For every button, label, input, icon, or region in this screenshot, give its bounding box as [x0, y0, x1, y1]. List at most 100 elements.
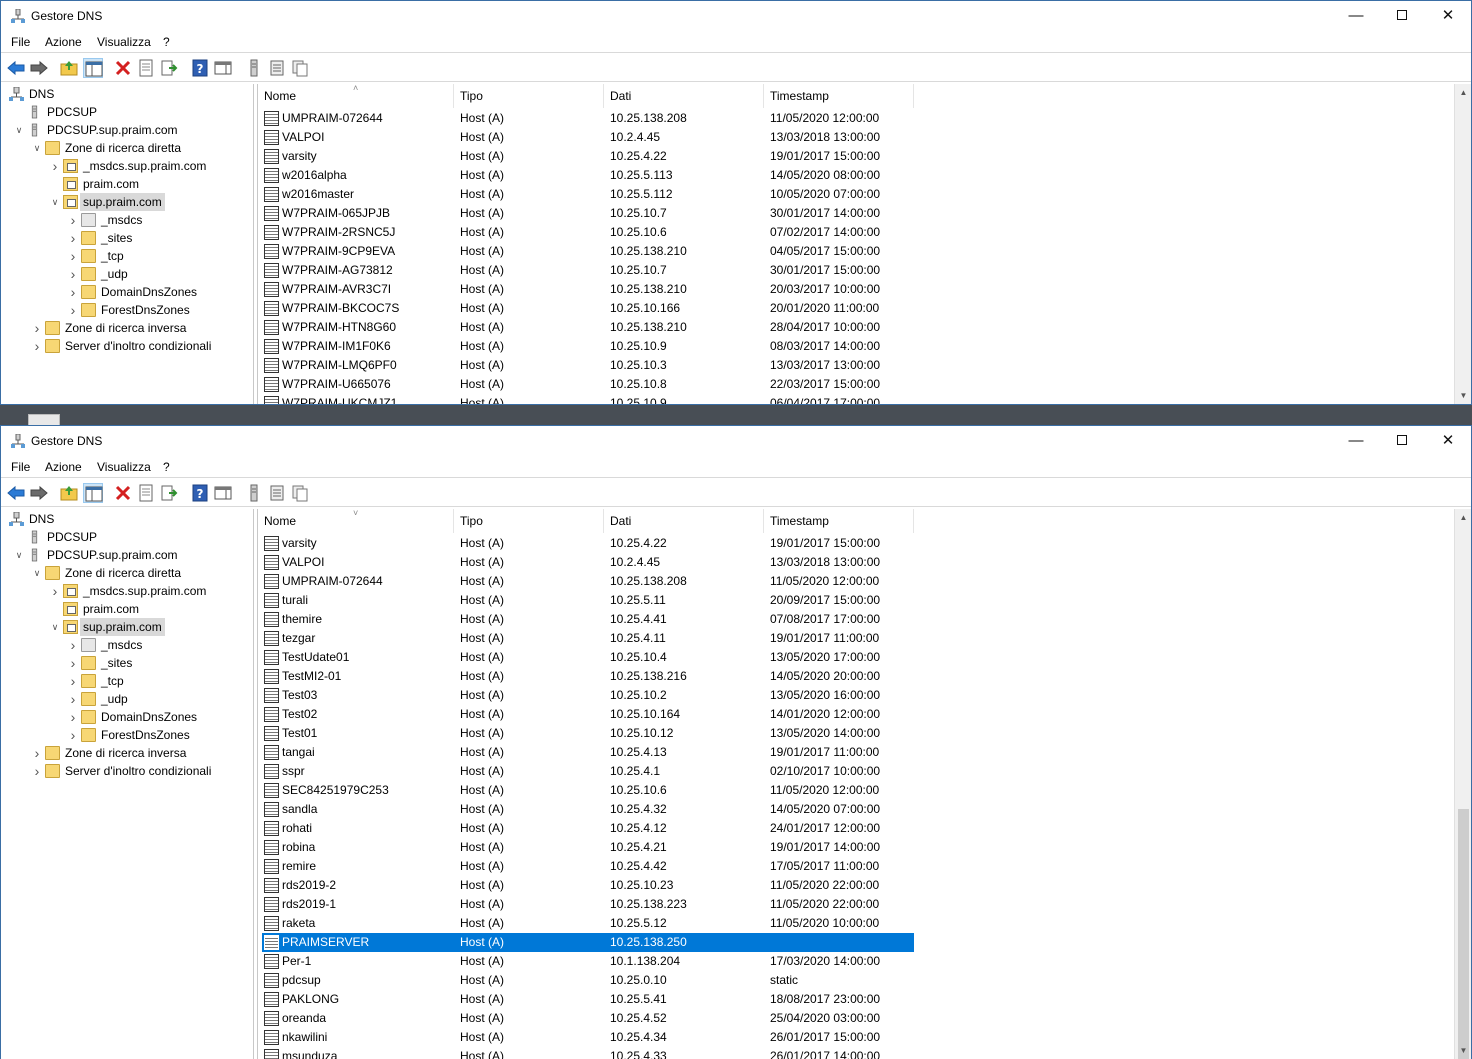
- tree-node[interactable]: › _udp: [3, 265, 253, 283]
- chevron-right-icon[interactable]: ›: [67, 726, 79, 744]
- table-row[interactable]: sspr Host (A) 10.25.4.1 02/10/2017 10:00:00: [262, 762, 914, 781]
- tree-node[interactable]: › _udp: [3, 690, 253, 708]
- maximize-button[interactable]: [1379, 426, 1425, 456]
- forward-icon[interactable]: [29, 58, 49, 78]
- chevron-down-icon[interactable]: ∨: [49, 618, 61, 636]
- scroll-up-icon[interactable]: ▲: [1455, 509, 1471, 526]
- up-folder-icon[interactable]: [59, 483, 79, 503]
- table-row[interactable]: varsity Host (A) 10.25.4.22 19/01/2017 15:0…: [262, 147, 914, 166]
- tree-node[interactable]: ∨ sup.praim.com: [3, 193, 253, 211]
- chevron-right-icon[interactable]: ›: [67, 636, 79, 654]
- list-view-icon[interactable]: [267, 58, 287, 78]
- close-button[interactable]: ✕: [1425, 1, 1471, 31]
- help-icon[interactable]: ?: [190, 483, 210, 503]
- chevron-right-icon[interactable]: ›: [67, 708, 79, 726]
- column-header[interactable]: Tipo: [454, 84, 604, 108]
- table-row[interactable]: VALPOI Host (A) 10.2.4.45 13/03/2018 13:00:…: [262, 128, 914, 147]
- table-row[interactable]: Per-1 Host (A) 10.1.138.204 17/03/2020 14:0…: [262, 952, 914, 971]
- table-row[interactable]: tangai Host (A) 10.25.4.13 19/01/2017 11:00…: [262, 743, 914, 762]
- table-row[interactable]: W7PRAIM-BKCOC7S Host (A) 10.25.10.166 20/01…: [262, 299, 914, 318]
- menu-item-2[interactable]: Visualizza: [97, 35, 151, 49]
- show-console-tree-icon[interactable]: [83, 58, 103, 78]
- minimize-button[interactable]: —: [1333, 1, 1379, 31]
- back-icon[interactable]: [6, 58, 26, 78]
- help-icon[interactable]: ?: [190, 58, 210, 78]
- up-folder-icon[interactable]: [59, 58, 79, 78]
- menu-item-1[interactable]: Azione: [45, 35, 82, 49]
- chevron-down-icon[interactable]: ∨: [13, 121, 25, 139]
- scroll-down-icon[interactable]: ▼: [1455, 1042, 1471, 1059]
- table-row[interactable]: rds2019-2 Host (A) 10.25.10.23 11/05/2020 2…: [262, 876, 914, 895]
- menu-item-0[interactable]: File: [11, 35, 30, 49]
- action-pane-icon[interactable]: [213, 58, 233, 78]
- tree-node[interactable]: › Server d'inoltro condizionali: [3, 762, 253, 780]
- table-row[interactable]: W7PRAIM-IM1F0K6 Host (A) 10.25.10.9 08/03/2…: [262, 337, 914, 356]
- tree-node[interactable]: ∨ sup.praim.com: [3, 618, 253, 636]
- table-row[interactable]: UMPRAIM-072644 Host (A) 10.25.138.208 11/05…: [262, 572, 914, 591]
- tree-node[interactable]: › _msdcs.sup.praim.com: [3, 157, 253, 175]
- show-console-tree-icon[interactable]: [83, 483, 103, 503]
- scroll-down-icon[interactable]: ▼: [1455, 387, 1471, 404]
- table-row[interactable]: SEC84251979C253 Host (A) 10.25.10.6 11/05/2…: [262, 781, 914, 800]
- menu-item-0[interactable]: File: [11, 460, 30, 474]
- tree-node[interactable]: › Zone di ricerca inversa: [3, 319, 253, 337]
- tree-node[interactable]: PDCSUP: [3, 528, 253, 546]
- column-header[interactable]: Nome ˄: [258, 84, 454, 108]
- table-row[interactable]: pdcsup Host (A) 10.25.0.10 static: [262, 971, 914, 990]
- tree-node[interactable]: ∨ Zone di ricerca diretta: [3, 139, 253, 157]
- back-icon[interactable]: [6, 483, 26, 503]
- copy-icon[interactable]: [290, 58, 310, 78]
- table-row[interactable]: nkawilini Host (A) 10.25.4.34 26/01/2017 15…: [262, 1028, 914, 1047]
- table-row[interactable]: UMPRAIM-072644 Host (A) 10.25.138.208 11/05…: [262, 109, 914, 128]
- properties-icon[interactable]: [136, 483, 156, 503]
- table-row[interactable]: W7PRAIM-065JPJB Host (A) 10.25.10.7 30/01/2…: [262, 204, 914, 223]
- menu-item-3[interactable]: ?: [163, 35, 170, 49]
- chevron-right-icon[interactable]: ›: [67, 265, 79, 283]
- tree-node[interactable]: › _sites: [3, 654, 253, 672]
- tree-node[interactable]: › DomainDnsZones: [3, 708, 253, 726]
- table-row[interactable]: Test01 Host (A) 10.25.10.12 13/05/2020 14:0…: [262, 724, 914, 743]
- table-row[interactable]: PRAIMSERVER Host (A) 10.25.138.250: [262, 933, 914, 952]
- vertical-scrollbar[interactable]: ▲ ▼: [1454, 509, 1471, 1059]
- scroll-up-icon[interactable]: ▲: [1455, 84, 1471, 101]
- table-row[interactable]: W7PRAIM-AVR3C7I Host (A) 10.25.138.210 20/0…: [262, 280, 914, 299]
- table-row[interactable]: tezgar Host (A) 10.25.4.11 19/01/2017 11:00…: [262, 629, 914, 648]
- table-row[interactable]: W7PRAIM-U665076 Host (A) 10.25.10.8 22/03/2…: [262, 375, 914, 394]
- table-row[interactable]: VALPOI Host (A) 10.2.4.45 13/03/2018 13:00:…: [262, 553, 914, 572]
- vertical-scrollbar[interactable]: ▲ ▼: [1454, 84, 1471, 404]
- table-row[interactable]: W7PRAIM-9CP9EVA Host (A) 10.25.138.210 04/0…: [262, 242, 914, 261]
- table-row[interactable]: W7PRAIM-AG73812 Host (A) 10.25.10.7 30/01/2…: [262, 261, 914, 280]
- minimize-button[interactable]: —: [1333, 426, 1379, 456]
- table-row[interactable]: TestUdate01 Host (A) 10.25.10.4 13/05/2020 …: [262, 648, 914, 667]
- table-row[interactable]: varsity Host (A) 10.25.4.22 19/01/2017 15:0…: [262, 534, 914, 553]
- chevron-right-icon[interactable]: ›: [67, 247, 79, 265]
- table-row[interactable]: W7PRAIM-UKCMJZ1 Host (A) 10.25.10.9 06/04/2…: [262, 394, 914, 404]
- table-row[interactable]: raketa Host (A) 10.25.5.12 11/05/2020 10:00…: [262, 914, 914, 933]
- table-row[interactable]: W7PRAIM-LMQ6PF0 Host (A) 10.25.10.3 13/03/2…: [262, 356, 914, 375]
- table-row[interactable]: TestMI2-01 Host (A) 10.25.138.216 14/05/202…: [262, 667, 914, 686]
- tree-node[interactable]: › ForestDnsZones: [3, 726, 253, 744]
- export-icon[interactable]: [159, 483, 179, 503]
- copy-icon[interactable]: [290, 483, 310, 503]
- table-row[interactable]: w2016alpha Host (A) 10.25.5.113 14/05/2020 …: [262, 166, 914, 185]
- chevron-right-icon[interactable]: ›: [67, 229, 79, 247]
- taskbar-tab[interactable]: [28, 414, 60, 425]
- column-header[interactable]: Dati: [604, 84, 764, 108]
- table-row[interactable]: Test02 Host (A) 10.25.10.164 14/01/2020 12:…: [262, 705, 914, 724]
- chevron-right-icon[interactable]: ›: [31, 744, 43, 762]
- table-row[interactable]: PAKLONG Host (A) 10.25.5.41 18/08/2017 23:0…: [262, 990, 914, 1009]
- delete-icon[interactable]: [113, 58, 133, 78]
- chevron-right-icon[interactable]: ›: [67, 301, 79, 319]
- table-row[interactable]: Test03 Host (A) 10.25.10.2 13/05/2020 16:00…: [262, 686, 914, 705]
- server-icon[interactable]: [244, 483, 264, 503]
- close-button[interactable]: ✕: [1425, 426, 1471, 456]
- column-header[interactable]: Dati: [604, 509, 764, 533]
- tree-node[interactable]: › _msdcs.sup.praim.com: [3, 582, 253, 600]
- table-row[interactable]: themire Host (A) 10.25.4.41 07/08/2017 17:0…: [262, 610, 914, 629]
- export-icon[interactable]: [159, 58, 179, 78]
- chevron-right-icon[interactable]: ›: [31, 319, 43, 337]
- tree-node[interactable]: ∨ PDCSUP.sup.praim.com: [3, 121, 253, 139]
- scroll-thumb[interactable]: [1458, 809, 1469, 1059]
- table-row[interactable]: w2016master Host (A) 10.25.5.112 10/05/2020…: [262, 185, 914, 204]
- server-icon[interactable]: [244, 58, 264, 78]
